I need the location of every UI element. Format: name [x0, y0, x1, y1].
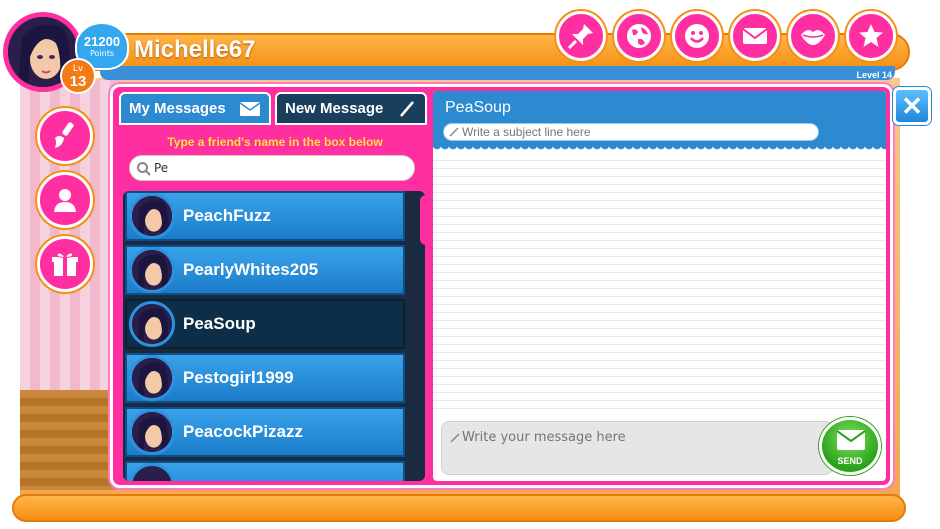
profile-icon[interactable]: [37, 172, 93, 228]
pushpin-icon[interactable]: [556, 11, 606, 61]
level-prefix: Lv: [72, 64, 84, 74]
star-icon[interactable]: [846, 11, 896, 61]
subject-input[interactable]: [462, 125, 812, 139]
friend-name: PeaSoup: [183, 314, 256, 333]
envelope-icon[interactable]: [730, 11, 780, 61]
send-label: SEND: [837, 456, 863, 466]
search-hint: Type a friend's name in the box below: [167, 135, 383, 149]
compose-panel: PeaSoup SEND: [433, 91, 886, 481]
friend-avatar: [129, 355, 175, 401]
friend-name: Pestogirl1999: [183, 368, 294, 387]
tab-my-messages-label: My Messages: [129, 100, 226, 117]
friend-row-pestogirl1999[interactable]: Pestogirl1999: [125, 353, 405, 403]
recipient-name: PeaSoup: [445, 99, 511, 116]
globe-icon[interactable]: [614, 11, 664, 61]
top-menu: [556, 11, 896, 61]
search-input[interactable]: [154, 159, 404, 177]
friend-avatar: [129, 247, 175, 293]
username: Michelle67: [134, 36, 256, 63]
friend-row-pearlywhites205[interactable]: PearlyWhites205: [125, 245, 405, 295]
message-field: [441, 421, 833, 475]
pencil-icon: [450, 433, 460, 443]
close-button[interactable]: ✕: [893, 87, 931, 125]
level-badge: Lv 13: [60, 58, 96, 94]
friend-list: PeachFuzz PearlyWhites205 PeaSoup Pestog…: [123, 191, 425, 481]
side-menu: [37, 108, 93, 292]
friend-name: PeachFuzz: [183, 206, 271, 225]
messenger-window: My Messages New Message Type a friend's …: [110, 84, 893, 488]
paintbrush-icon[interactable]: [37, 108, 93, 164]
friend-name: PeacockPizazz: [183, 422, 304, 441]
envelope-icon: [239, 102, 261, 116]
envelope-icon: [836, 430, 866, 450]
friend-avatar: [129, 193, 175, 239]
tab-new-message-label: New Message: [285, 100, 384, 117]
level-progress-bar: [100, 66, 895, 80]
friend-search: [129, 155, 415, 181]
smiley-icon[interactable]: [672, 11, 722, 61]
subject-field: [443, 123, 819, 141]
friend-avatar: [129, 409, 175, 455]
points-value: 21200: [83, 34, 121, 49]
pencil-icon: [400, 101, 414, 117]
bottom-bar: [12, 494, 906, 522]
room-floor: [20, 390, 120, 490]
scroll-thumb[interactable]: [420, 195, 425, 245]
friend-name: PearlyWhites205: [183, 260, 319, 279]
friend-avatar: [129, 301, 175, 347]
friend-row-peacockpizazz[interactable]: PeacockPizazz: [125, 407, 405, 457]
friend-row-peachfuzz[interactable]: PeachFuzz: [125, 191, 405, 241]
level-number: 13: [69, 73, 87, 90]
game-screen: { "header": { "username": "Michelle67", …: [0, 0, 940, 529]
message-paper: [433, 153, 886, 413]
search-icon: [137, 162, 151, 176]
tab-my-messages[interactable]: My Messages: [119, 92, 271, 125]
points-label: Points: [89, 49, 115, 58]
message-input[interactable]: [462, 430, 822, 470]
friend-row-peasoup[interactable]: PeaSoup: [125, 299, 405, 349]
compose-header: PeaSoup: [433, 91, 886, 153]
friend-row-partial[interactable]: [125, 461, 405, 481]
next-level-label: Level 14: [856, 70, 892, 80]
friend-avatar: [129, 463, 175, 481]
send-button[interactable]: SEND: [819, 417, 881, 475]
gift-icon[interactable]: [37, 236, 93, 292]
tab-new-message[interactable]: New Message: [275, 92, 427, 125]
pencil-icon: [449, 127, 459, 137]
friend-list-scrollbar[interactable]: [420, 195, 425, 475]
lips-icon[interactable]: [788, 11, 838, 61]
